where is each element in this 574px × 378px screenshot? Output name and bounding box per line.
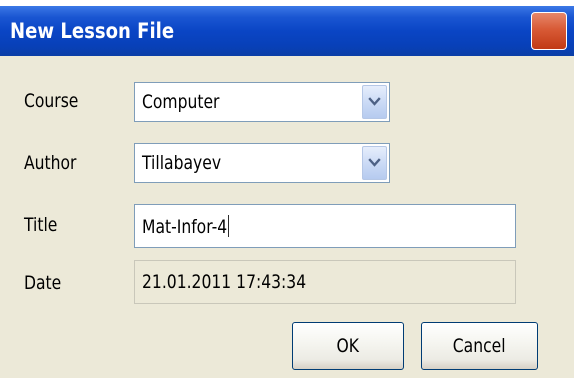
cancel-button[interactable]: Cancel (421, 322, 538, 370)
author-value: Tillabayev (142, 152, 222, 174)
course-dropdown[interactable]: Computer (134, 82, 390, 122)
ok-button[interactable]: OK (292, 322, 404, 370)
date-label: Date (24, 272, 62, 294)
date-field: 21.01.2011 17:43:34 (134, 260, 516, 304)
text-caret (227, 215, 229, 237)
close-button[interactable] (531, 12, 567, 50)
new-lesson-file-dialog: New Lesson File Course Computer Author T… (0, 0, 574, 378)
title-input-value: Mat-Infor-4 (142, 216, 228, 238)
course-value: Computer (142, 91, 220, 113)
title-label: Title (24, 214, 58, 236)
date-value: 21.01.2011 17:43:34 (142, 271, 307, 293)
window-title: New Lesson File (10, 19, 175, 43)
author-dropdown-button[interactable] (362, 146, 387, 180)
author-dropdown[interactable]: Tillabayev (134, 143, 390, 183)
title-input[interactable]: Mat-Infor-4 (134, 204, 516, 248)
cancel-button-label: Cancel (453, 335, 506, 357)
course-dropdown-button[interactable] (362, 85, 387, 119)
title-bar[interactable]: New Lesson File (0, 6, 574, 56)
author-label: Author (24, 152, 77, 174)
title-input-text: Mat-Infor-4 (142, 215, 229, 238)
chevron-down-icon (368, 97, 381, 106)
chevron-down-icon (368, 158, 381, 167)
ok-button-label: OK (336, 335, 360, 357)
course-label: Course (24, 90, 79, 112)
